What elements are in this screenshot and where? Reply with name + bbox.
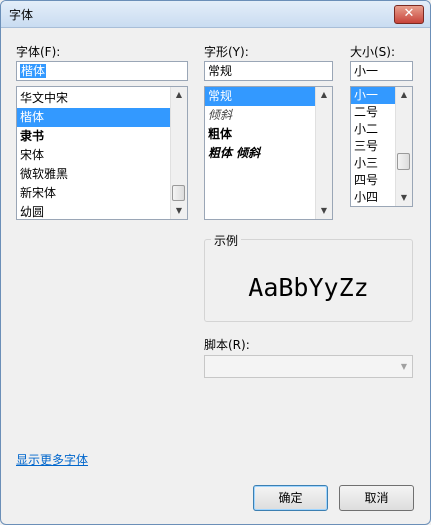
font-list-item[interactable]: 微软雅黑	[17, 165, 187, 184]
title-bar[interactable]: 字体 ✕	[1, 1, 430, 28]
cancel-button[interactable]: 取消	[339, 485, 414, 511]
scroll-up-icon[interactable]: ▲	[171, 87, 187, 103]
font-list-item[interactable]: 华文中宋	[17, 89, 187, 108]
font-list[interactable]: 华文中宋 楷体 隶书 宋体 微软雅黑 新宋体 幼圆 ▲ ▼	[16, 86, 188, 220]
size-input-value: 小一	[354, 64, 379, 78]
font-list-item[interactable]: 宋体	[17, 146, 187, 165]
font-list-item[interactable]: 新宋体	[17, 184, 187, 203]
size-list-scrollbar[interactable]: ▲ ▼	[395, 87, 412, 206]
size-label: 大小(S):	[350, 45, 396, 59]
scroll-down-icon[interactable]: ▼	[396, 190, 412, 206]
style-list-item[interactable]: 倾斜	[205, 106, 332, 125]
scroll-thumb[interactable]	[172, 185, 185, 201]
scroll-thumb[interactable]	[397, 153, 410, 170]
preview-label: 示例	[211, 232, 242, 249]
script-label: 脚本(R):	[204, 338, 250, 352]
preview-text: AaBbYyZz	[248, 273, 369, 302]
close-icon[interactable]: ✕	[394, 5, 424, 24]
scroll-up-icon[interactable]: ▲	[316, 87, 332, 103]
scroll-down-icon[interactable]: ▼	[316, 203, 332, 219]
style-input[interactable]: 常规	[204, 61, 333, 81]
style-list-item[interactable]: 粗体 倾斜	[205, 144, 332, 163]
size-input[interactable]: 小一	[350, 61, 413, 81]
font-list-item[interactable]: 幼圆	[17, 203, 187, 219]
preview-group: 示例 AaBbYyZz	[204, 232, 413, 322]
font-dialog: 字体 ✕ 字体(F): 楷体 华文中宋 楷体 隶书 宋体 微软雅黑 新宋体 幼圆…	[0, 0, 431, 525]
style-list[interactable]: 常规 倾斜 粗体 粗体 倾斜 ▲ ▼	[204, 86, 333, 220]
style-input-value: 常规	[208, 64, 233, 78]
scroll-down-icon[interactable]: ▼	[171, 203, 187, 219]
font-input-value: 楷体	[20, 64, 47, 78]
ok-button[interactable]: 确定	[253, 485, 328, 511]
font-input[interactable]: 楷体	[16, 61, 188, 81]
scroll-up-icon[interactable]: ▲	[396, 87, 412, 103]
font-list-scrollbar[interactable]: ▲ ▼	[170, 87, 187, 219]
style-list-item[interactable]: 粗体	[205, 125, 332, 144]
size-list[interactable]: 小一 二号 小二 三号 小三 四号 小四 ▲ ▼	[350, 86, 413, 207]
font-list-item[interactable]: 隶书	[17, 127, 187, 146]
font-list-item-selected[interactable]: 楷体	[17, 108, 187, 127]
dropdown-arrow-icon[interactable]: ▼	[396, 356, 412, 377]
style-label: 字形(Y):	[204, 45, 249, 59]
font-label: 字体(F):	[16, 45, 61, 59]
window-title: 字体	[9, 8, 34, 22]
style-list-item-selected[interactable]: 常规	[205, 87, 332, 106]
show-more-fonts-link[interactable]: 显示更多字体	[16, 451, 88, 468]
style-list-scrollbar[interactable]: ▲ ▼	[315, 87, 332, 219]
script-select[interactable]: ▼	[204, 355, 413, 378]
